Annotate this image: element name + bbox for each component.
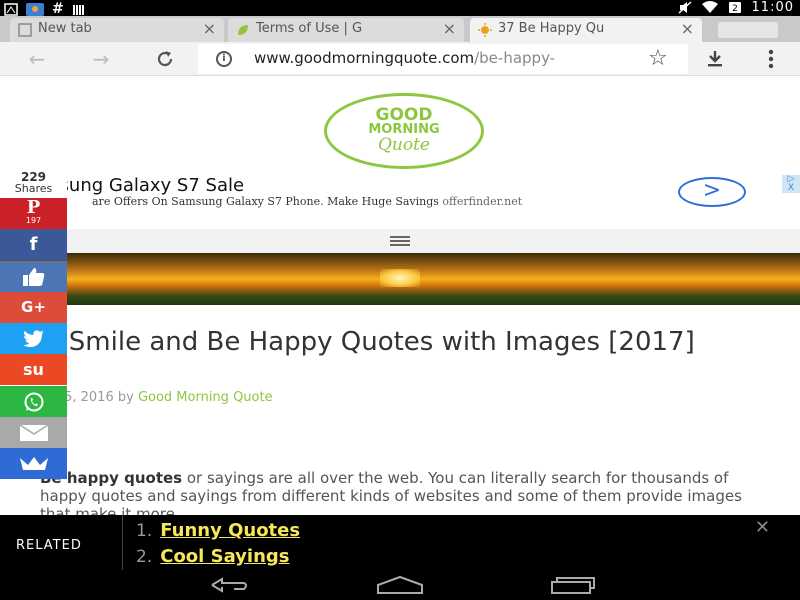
related-item-link[interactable]: Cool Sayings: [160, 546, 289, 567]
leaf-favicon-icon: [238, 25, 248, 35]
envelope-icon: [19, 424, 48, 441]
ad-banner[interactable]: msung Galaxy S7 Sale are Offers On Samsu…: [0, 175, 800, 221]
battery-icon: 2: [728, 2, 741, 14]
stumbleupon-share-button[interactable]: su: [0, 354, 67, 385]
back-arrow-icon[interactable]: ←: [24, 46, 50, 72]
address-bar[interactable]: i www.goodmorningquote.com/be-happy- ☆: [198, 44, 688, 74]
tab-title: New tab: [38, 21, 92, 36]
pinterest-share-button[interactable]: P 197: [0, 197, 67, 229]
sun-favicon-icon: [478, 23, 492, 37]
web-page: GOOD MORNING Quote msung Galaxy S7 Sale …: [0, 77, 800, 515]
back-nav-icon[interactable]: [204, 574, 254, 596]
related-label: RELATED: [16, 538, 82, 553]
thumbs-up-icon: [22, 268, 44, 286]
sun-glow: [380, 269, 420, 287]
related-divider: [122, 515, 123, 570]
like-share-button[interactable]: [0, 261, 67, 292]
related-item[interactable]: 1. Funny Quotes: [136, 520, 300, 541]
info-icon[interactable]: i: [216, 51, 232, 67]
twitter-bird-icon: [22, 330, 44, 348]
download-icon[interactable]: [702, 46, 728, 72]
site-logo[interactable]: GOOD MORNING Quote: [324, 93, 484, 169]
close-related-icon[interactable]: ✕: [755, 517, 770, 538]
hamburger-menu-icon[interactable]: [390, 236, 410, 248]
hash-icon: #: [52, 1, 64, 17]
new-tab-button[interactable]: [718, 22, 778, 38]
stumbleupon-icon: su: [23, 360, 44, 379]
sunset-hero-image: [0, 253, 800, 305]
share-total-label: Shares: [14, 182, 53, 195]
whatsapp-share-button[interactable]: [0, 386, 67, 417]
bookmark-star-icon[interactable]: ☆: [648, 46, 668, 71]
facebook-icon: f: [29, 234, 38, 255]
menu-dots-icon[interactable]: [758, 46, 784, 72]
new-tab-favicon-icon: [18, 23, 32, 37]
ad-choices-icon[interactable]: ▷ X: [782, 175, 800, 193]
reload-icon[interactable]: [152, 46, 178, 72]
related-item[interactable]: 2. Cool Sayings: [136, 546, 290, 567]
site-menu-bar: [0, 229, 800, 253]
status-bar: # 2 11:00: [0, 0, 800, 17]
related-bar: RELATED 1. Funny Quotes 2. Cool Sayings ✕: [0, 515, 800, 570]
sumo-share-button[interactable]: [0, 448, 67, 479]
ad-source: offerfinder.net: [442, 195, 523, 208]
close-tab-icon[interactable]: ×: [443, 18, 456, 40]
article-title: 7 Smile and Be Happy Quotes with Images …: [44, 327, 695, 357]
logo-line-quote: Quote: [377, 135, 430, 155]
google-plus-icon: G+: [21, 298, 46, 316]
clock: 11:00: [751, 0, 794, 15]
related-item-number: 2.: [136, 547, 153, 567]
google-plus-share-button[interactable]: G+: [0, 292, 67, 323]
share-count: 229 Shares: [0, 168, 67, 198]
close-tab-icon[interactable]: ×: [203, 18, 216, 40]
photo-icon: [26, 2, 44, 16]
browser-toolbar: ← → i www.goodmorningquote.com/be-happy-…: [0, 42, 800, 76]
svg-text:2: 2: [732, 4, 738, 14]
url-text[interactable]: www.goodmorningquote.com/be-happy-: [254, 49, 638, 67]
close-tab-icon[interactable]: ×: [681, 18, 694, 40]
ad-title[interactable]: msung Galaxy S7 Sale: [42, 175, 244, 196]
wifi-icon: [701, 1, 718, 13]
twitter-share-button[interactable]: [0, 323, 67, 354]
tab-title: Terms of Use | G: [256, 21, 363, 36]
notification-icon: [4, 2, 18, 16]
article-meta: y 15, 2016 by Good Morning Quote: [44, 390, 273, 405]
ad-description: are Offers On Samsung Galaxy S7 Phone. M…: [92, 195, 522, 208]
url-path: /be-happy-: [474, 49, 556, 67]
tab-be-happy[interactable]: 37 Be Happy Qu ×: [470, 18, 702, 42]
whatsapp-icon: [24, 392, 43, 412]
crown-icon: [19, 457, 48, 470]
mute-icon: [678, 1, 692, 14]
signal-bars-icon: [72, 4, 84, 15]
tab-title: 37 Be Happy Qu: [498, 21, 605, 36]
email-share-button[interactable]: [0, 417, 67, 448]
forward-arrow-icon[interactable]: →: [88, 46, 114, 72]
related-item-link[interactable]: Funny Quotes: [160, 520, 300, 541]
tab-strip: New tab × Terms of Use | G × 37 Be Happy…: [0, 16, 800, 42]
url-host: www.goodmorningquote.com: [254, 49, 475, 67]
facebook-share-button[interactable]: f: [0, 229, 67, 260]
logo-line-good: GOOD: [375, 105, 433, 125]
recent-apps-nav-icon[interactable]: [548, 574, 598, 596]
tab-terms-of-use[interactable]: Terms of Use | G ×: [228, 18, 464, 42]
ad-arrow-button[interactable]: >: [678, 177, 746, 207]
android-nav-bar: [0, 570, 800, 600]
pinterest-count: 197: [25, 216, 42, 225]
ad-description-text: are Offers On Samsung Galaxy S7 Phone. M…: [92, 195, 439, 208]
article-author-link[interactable]: Good Morning Quote: [138, 390, 273, 405]
home-nav-icon[interactable]: [375, 574, 425, 596]
article-intro: Be happy quotes or sayings are all over …: [40, 469, 760, 515]
tab-new-tab[interactable]: New tab ×: [10, 18, 224, 42]
related-item-number: 1.: [136, 521, 153, 541]
pinterest-icon: P: [26, 197, 41, 218]
